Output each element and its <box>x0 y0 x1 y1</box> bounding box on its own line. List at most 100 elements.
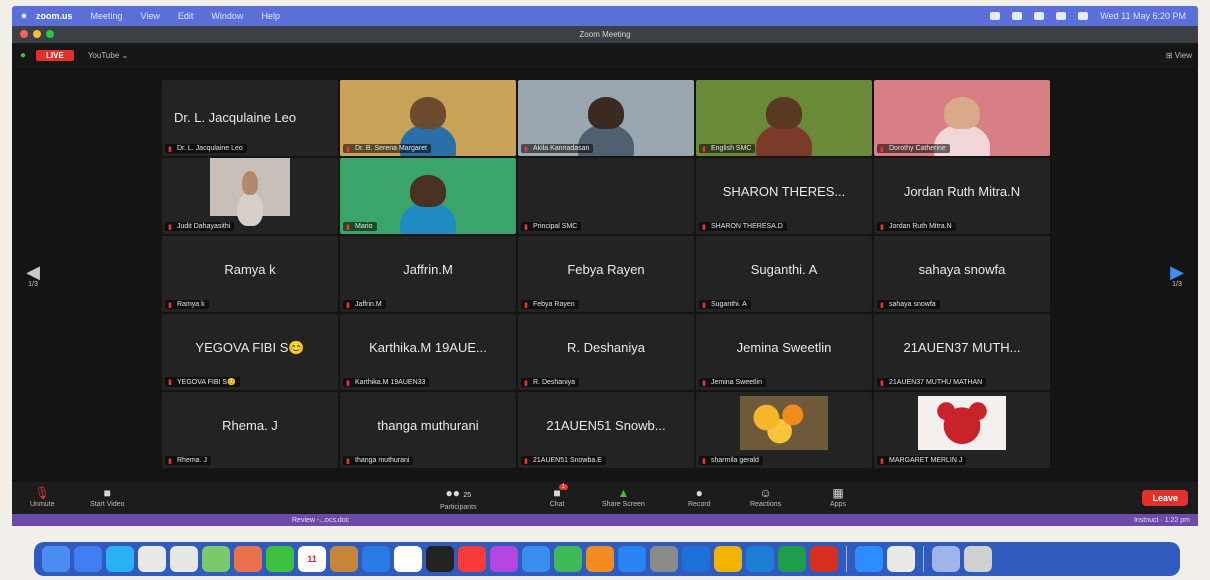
menu-item-window[interactable]: Window <box>211 11 243 21</box>
participant-display-name: thanga muthurani <box>377 418 479 433</box>
dock-separator <box>923 546 924 572</box>
dock-app-icon[interactable] <box>362 546 390 572</box>
dock-app-icon[interactable] <box>887 546 915 572</box>
participant-name-label: ▮ Judit Dahayasithi <box>165 222 235 231</box>
participant-tile[interactable]: 21AUEN37 MUTH... ▮ 21AUEN37 MUTHU MATHAN <box>874 314 1050 390</box>
participant-tile[interactable]: Febya Rayen ▮ Febya Rayen <box>518 236 694 312</box>
menu-item-view[interactable]: View <box>141 11 160 21</box>
wifi-icon[interactable] <box>1034 12 1045 20</box>
live-badge[interactable]: LIVE <box>36 50 74 61</box>
participant-name-label: ▮ Mario <box>343 222 377 231</box>
teddy-bear-profile-picture <box>918 396 1006 450</box>
participant-name-text: Karthika.M 19AUEN33 <box>355 379 426 386</box>
participant-tile[interactable]: Karthika.M 19AUE... ▮ Karthika.M 19AUEN33 <box>340 314 516 390</box>
reactions-button[interactable]: ☺ Reactions <box>750 485 781 508</box>
participant-tile[interactable]: ▮ Akila Kannadasan <box>518 80 694 156</box>
share-screen-button[interactable]: ▲ Share Screen <box>602 485 645 508</box>
participant-tile[interactable]: Suganthi. A ▮ Suganthi. A <box>696 236 872 312</box>
unmute-button[interactable]: 🎙 Unmute <box>30 485 55 508</box>
participant-tile[interactable]: SHARON THERES... ▮ SHARON THERESA.D <box>696 158 872 234</box>
dock-app-icon[interactable] <box>426 546 454 572</box>
participant-tile[interactable]: Jaffrin.M ▮ Jaffrin.M <box>340 236 516 312</box>
dock-app-icon[interactable] <box>138 546 166 572</box>
calendar-app-icon[interactable]: 11 <box>298 546 326 572</box>
dock-app-icon[interactable] <box>330 546 358 572</box>
dock-app-icon[interactable] <box>778 546 806 572</box>
menu-clock[interactable]: Wed 11 May 6:20 PM <box>1100 11 1186 21</box>
dock-app-icon[interactable] <box>650 546 678 572</box>
view-button[interactable]: ⊞ View <box>1166 51 1192 60</box>
dock-app-icon[interactable] <box>234 546 262 572</box>
dock-app-icon[interactable] <box>522 546 550 572</box>
participants-icon: ●● 25 <box>445 486 472 500</box>
previous-page-button[interactable]: ◀ 1/3 <box>18 263 48 288</box>
participant-tile[interactable]: R. Deshaniya ▮ R. Deshaniya <box>518 314 694 390</box>
muted-microphone-icon: ▮ <box>880 146 884 153</box>
participant-tile[interactable]: 21AUEN51 Snowb... ▮ 21AUEN51 Snowba.E <box>518 392 694 468</box>
muted-microphone-icon: ▮ <box>880 380 884 387</box>
dock-app-icon[interactable] <box>746 546 774 572</box>
dock-app-icon[interactable] <box>42 546 70 572</box>
minimize-window-button[interactable] <box>33 30 41 38</box>
dock-app-icon[interactable] <box>106 546 134 572</box>
apps-button[interactable]: ▦ Apps <box>830 485 846 508</box>
participant-tile[interactable]: Ramya k ▮ Ramya k <box>162 236 338 312</box>
dock-app-icon[interactable] <box>266 546 294 572</box>
participants-button[interactable]: ●● 25 Participants <box>440 485 477 511</box>
chat-button[interactable]: ■ 1 Chat <box>542 484 572 508</box>
participant-tile[interactable]: Jemina Sweetlin ▮ Jemina Sweetlin <box>696 314 872 390</box>
participant-tile[interactable]: ▮ sharmila gerald <box>696 392 872 468</box>
record-button[interactable]: ● Record <box>688 485 711 508</box>
dock-app-icon[interactable] <box>394 546 422 572</box>
share-screen-icon: ▲ <box>617 486 630 500</box>
participant-tile[interactable]: ▮ Principal SMC <box>518 158 694 234</box>
participant-tile[interactable]: Jordan Ruth Mitra.N ▮ Jordan Ruth Mitra.N <box>874 158 1050 234</box>
security-shield-icon[interactable]: ● <box>20 50 26 61</box>
participant-tile[interactable]: thanga muthurani ▮ thanga muthurani <box>340 392 516 468</box>
dock-app-icon[interactable] <box>810 546 838 572</box>
apple-menu-icon[interactable]: ● <box>12 10 36 22</box>
menu-item-help[interactable]: Help <box>261 11 280 21</box>
participant-tile[interactable]: ▮ Dorothy Catherine <box>874 80 1050 156</box>
participant-tile[interactable]: YEGOVA FIBI S😊 ▮ YEGOVA FIBI S😊 <box>162 314 338 390</box>
participant-tile[interactable]: ▮ MARGARET MERLIN J <box>874 392 1050 468</box>
volume-icon[interactable] <box>1012 12 1023 20</box>
participant-tile[interactable]: ▮ Mario <box>340 158 516 234</box>
dock-app-icon[interactable] <box>170 546 198 572</box>
dock-app-icon[interactable] <box>932 546 960 572</box>
participant-name-text: Jemina Sweetlin <box>711 379 762 386</box>
menu-item-edit[interactable]: Edit <box>178 11 194 21</box>
leave-button[interactable]: Leave <box>1142 490 1188 506</box>
muted-microphone-icon: ▮ <box>524 380 528 387</box>
participant-name-label: ▮ 21AUEN51 Snowba.E <box>521 456 606 465</box>
dock-app-icon[interactable] <box>202 546 230 572</box>
zoom-window-button[interactable] <box>46 30 54 38</box>
search-icon[interactable] <box>1056 12 1067 20</box>
participant-tile[interactable]: ▮ Dr. B. Serena Margaret <box>340 80 516 156</box>
dock-app-icon[interactable] <box>964 546 992 572</box>
youtube-stream-dropdown[interactable]: YouTube ⌄ <box>88 51 128 60</box>
menu-item-meeting[interactable]: Meeting <box>91 11 123 21</box>
control-center-icon[interactable] <box>1078 12 1089 20</box>
dock-app-icon[interactable] <box>586 546 614 572</box>
menu-app-name[interactable]: zoom.us <box>36 11 73 21</box>
participant-tile[interactable]: Rhema. J ▮ Rhema. J <box>162 392 338 468</box>
dock-separator <box>846 546 847 572</box>
dock-app-icon[interactable] <box>554 546 582 572</box>
zoom-status-icon[interactable] <box>990 12 1001 20</box>
dock-app-icon[interactable] <box>855 546 883 572</box>
start-video-button[interactable]: ■ Start Video <box>90 485 125 508</box>
dock-app-icon[interactable] <box>714 546 742 572</box>
participant-tile[interactable]: sahaya snowfa ▮ sahaya snowfa <box>874 236 1050 312</box>
participant-tile[interactable]: ▮ Judit Dahayasithi <box>162 158 338 234</box>
meeting-top-bar: ● LIVE YouTube ⌄ ⊞ View <box>12 43 1198 68</box>
close-window-button[interactable] <box>20 30 28 38</box>
participant-tile[interactable]: Dr. L. Jacqulaine Leo ▮ Dr. L. Jacqulaine … <box>162 80 338 156</box>
dock-app-icon[interactable] <box>458 546 486 572</box>
participant-tile[interactable]: ▮ English SMC <box>696 80 872 156</box>
dock-app-icon[interactable] <box>618 546 646 572</box>
dock-app-icon[interactable] <box>682 546 710 572</box>
dock-app-icon[interactable] <box>74 546 102 572</box>
dock-app-icon[interactable] <box>490 546 518 572</box>
next-page-button[interactable]: ▶ 1/3 <box>1162 263 1192 288</box>
